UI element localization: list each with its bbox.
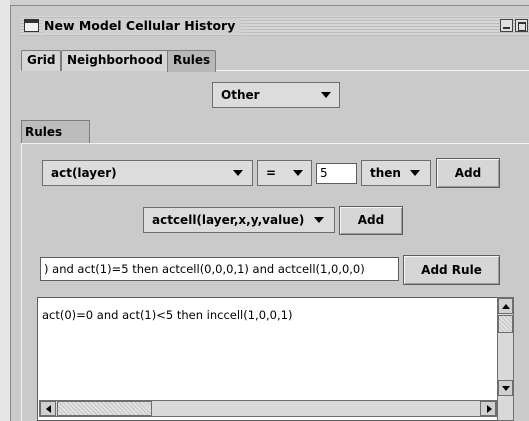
add-condition-button[interactable]: Add [436,158,500,188]
operator-select[interactable]: = [257,160,312,186]
desktop-edge [0,0,10,421]
dropdown-arrow-icon [321,92,331,98]
rules-text: act(0)=0 and act(1)<5 then inccell(1,0,0… [42,308,293,322]
tab-grid[interactable]: Grid [21,50,62,71]
tab-neighborhood[interactable]: Neighborhood [61,50,169,71]
add-action-button[interactable]: Add [339,206,403,235]
action-select[interactable]: actcell(layer,x,y,value) [143,207,335,233]
scroll-right-icon[interactable] [480,401,496,416]
tab-rules[interactable]: Rules [167,50,217,72]
connector-select[interactable]: then [361,160,431,186]
connector-value: then [370,166,401,180]
horizontal-scrollbar[interactable] [39,400,497,417]
horizontal-scroll-thumb[interactable] [57,401,152,416]
scroll-up-icon[interactable] [498,298,513,314]
action-value: actcell(layer,x,y,value) [152,213,305,227]
scroll-down-icon[interactable] [498,380,513,396]
dropdown-arrow-icon [314,217,324,223]
minimize-icon[interactable] [500,19,513,32]
condition-function-select[interactable]: act(layer) [42,160,253,186]
operator-value: = [266,166,277,180]
vertical-scroll-thumb[interactable] [498,315,513,333]
maximize-icon[interactable] [515,19,528,32]
add-rule-button[interactable]: Add Rule [403,255,500,285]
dropdown-arrow-icon [233,170,243,176]
window-title: New Model Cellular History [42,18,242,34]
value-input[interactable]: 5 [316,163,357,184]
dropdown-arrow-icon [293,170,303,176]
rule-input[interactable]: ) and act(1)=5 then actcell(0,0,0,1) and… [40,257,399,281]
subtab-rules[interactable]: Rules [21,120,90,144]
dropdown-arrow-icon [410,170,420,176]
category-select[interactable]: Other [212,82,340,108]
category-select-value: Other [221,88,260,102]
vertical-scrollbar[interactable] [497,297,514,421]
window-icon[interactable] [24,19,39,32]
scroll-left-icon[interactable] [40,401,56,416]
condition-function-value: act(layer) [51,166,117,180]
